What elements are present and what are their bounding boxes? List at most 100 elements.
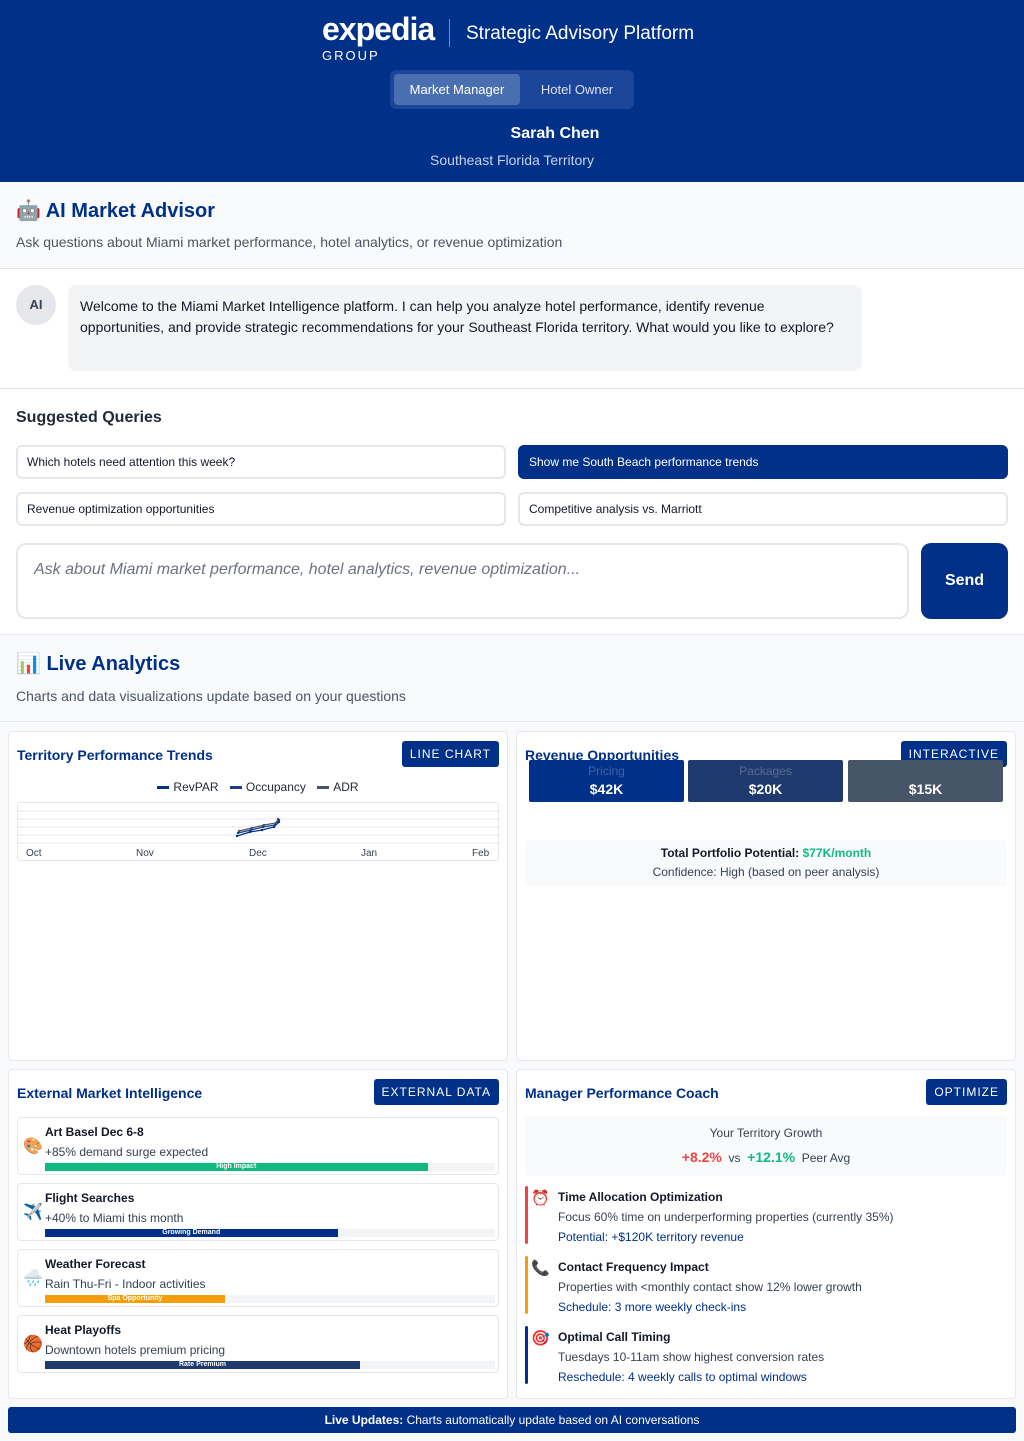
- intel-item-heat-playoffs[interactable]: 🏀 Heat Playoffs Downtown hotels premium …: [17, 1315, 499, 1373]
- portfolio-total-value: $77K/month: [802, 846, 872, 860]
- platform-title: Strategic Advisory Platform: [466, 23, 695, 44]
- coach-action[interactable]: Schedule: 3 more weekly check-ins: [558, 1300, 746, 1315]
- coach-action[interactable]: Reschedule: 4 weekly calls to optimal wi…: [558, 1370, 807, 1385]
- series-point-adr-0[interactable]: [237, 829, 241, 833]
- coach-item-call-timing[interactable]: 🎯 Optimal Call Timing Tuesdays 10-11am s…: [525, 1326, 1007, 1384]
- territory-trends-card: Territory Performance Trends LINE CHART …: [8, 731, 508, 1061]
- ai-advisor-subtitle: Ask questions about Miami market perform…: [16, 234, 563, 250]
- header-divider: [449, 19, 450, 47]
- coach-accent-bar: [525, 1186, 528, 1244]
- territory-trends-title: Territory Performance Trends: [17, 747, 213, 763]
- intel-desc: Downtown hotels premium pricing: [45, 1343, 226, 1357]
- chat-panel: AI Welcome to the Miami Market Intellige…: [0, 269, 1024, 389]
- x-tick-dec: Dec: [249, 848, 267, 859]
- legend-item-revpar[interactable]: RevPAR: [157, 780, 219, 794]
- user-territory: Southeast Florida Territory: [430, 152, 594, 168]
- legend-label: Occupancy: [245, 780, 306, 794]
- intel-desc: +85% demand surge expected: [45, 1145, 209, 1159]
- coach-item-contact-frequency[interactable]: 📞 Contact Frequency Impact Properties wi…: [525, 1256, 1007, 1314]
- coach-action[interactable]: Potential: +$120K territory revenue: [558, 1230, 744, 1245]
- coach-desc: Tuesdays 10-11am show highest conversion…: [558, 1350, 825, 1364]
- basketball-icon: 🏀: [23, 1336, 43, 1353]
- live-analytics-subtitle: Charts and data visualizations update ba…: [16, 688, 406, 704]
- line-chart-badge[interactable]: LINE CHART: [401, 741, 499, 767]
- suggested-queries-panel: Suggested Queries Which hotels need atte…: [0, 389, 1024, 635]
- external-data-badge[interactable]: EXTERNAL DATA: [373, 1079, 499, 1105]
- opportunity-label: Pricing: [588, 764, 625, 778]
- series-point-adr-1[interactable]: [250, 826, 254, 830]
- legend-item-occupancy[interactable]: Occupancy: [229, 780, 306, 794]
- coach-title: Optimal Call Timing: [558, 1330, 671, 1344]
- live-analytics-title: 📊 Live Analytics: [16, 651, 180, 677]
- query-input[interactable]: Ask about Miami market performance, hote…: [16, 543, 909, 619]
- ai-welcome-message: Welcome to the Miami Market Intelligence…: [68, 285, 862, 371]
- live-analytics-header: 📊 Live Analytics Charts and data visuali…: [0, 636, 1024, 722]
- intel-impact-fill: Growing Demand: [45, 1229, 338, 1237]
- suggestion-chip[interactable]: Revenue optimization opportunities: [16, 492, 506, 526]
- coach-item-time-allocation[interactable]: ⏰ Time Allocation Optimization Focus 60%…: [525, 1186, 1007, 1244]
- logo-word: expedia: [322, 11, 435, 47]
- intel-desc: Rain Thu-Fri - Indoor activities: [45, 1277, 206, 1291]
- rain-cloud-icon: 🌧️: [23, 1270, 43, 1287]
- intel-impact-fill: Rate Premium: [45, 1361, 360, 1369]
- series-point-adr-2[interactable]: [262, 823, 266, 827]
- suggestion-chip-active[interactable]: Show me South Beach performance trends: [518, 445, 1008, 479]
- intel-desc: +40% to Miami this month: [45, 1211, 184, 1225]
- coach-accent-bar: [525, 1326, 528, 1384]
- external-intel-card: External Market Intelligence EXTERNAL DA…: [8, 1069, 508, 1399]
- intel-item-art-basel[interactable]: 🎨 Art Basel Dec 6-8 +85% demand surge ex…: [17, 1117, 499, 1175]
- send-button[interactable]: Send: [921, 543, 1008, 619]
- robot-icon: 🤖: [16, 200, 41, 222]
- role-hotel-owner-button[interactable]: Hotel Owner: [524, 74, 630, 105]
- legend-swatch: [157, 786, 170, 790]
- ai-advisor-header: 🤖 AI Market Advisor Ask questions about …: [0, 182, 1024, 269]
- suggestion-chip[interactable]: Competitive analysis vs. Marriott: [518, 492, 1008, 526]
- growth-comparison: +8.2% vs +12.1% Peer Avg: [525, 1149, 1007, 1166]
- airplane-icon: ✈️: [23, 1204, 43, 1221]
- series-point-adr-3[interactable]: [274, 821, 278, 825]
- opportunity-pricing[interactable]: Pricing $42K: [529, 760, 684, 802]
- live-updates-text: Charts automatically update based on AI …: [406, 1413, 700, 1427]
- portfolio-total-label: Total Portfolio Potential:: [660, 846, 800, 860]
- peer-label: Peer Avg: [801, 1151, 851, 1165]
- alarm-clock-icon: ⏰: [531, 1190, 550, 1207]
- intel-impact-tag: Growing Demand: [162, 1229, 221, 1236]
- my-growth-value: +8.2%: [681, 1149, 722, 1165]
- coach-title: Contact Frequency Impact: [558, 1260, 709, 1274]
- ai-avatar: AI: [16, 285, 56, 325]
- x-tick-jan: Jan: [361, 848, 378, 859]
- expedia-group-logo[interactable]: expedia GROUP: [322, 11, 452, 63]
- intel-impact-bar: Rate Premium: [45, 1361, 495, 1369]
- user-name: Sarah Chen: [510, 125, 600, 142]
- series-point-adr-4[interactable]: [276, 817, 280, 821]
- legend-item-adr[interactable]: ADR: [317, 780, 359, 794]
- opportunity-packages[interactable]: Packages $20K: [688, 760, 843, 802]
- intel-title: Weather Forecast: [45, 1257, 146, 1271]
- growth-label: Your Territory Growth: [709, 1126, 823, 1140]
- chart-legend: RevPAR Occupancy ADR: [9, 780, 507, 794]
- live-analytics-title-text: Live Analytics: [46, 653, 181, 675]
- legend-swatch: [317, 786, 330, 790]
- intel-impact-tag: Rate Premium: [178, 1361, 227, 1368]
- suggestion-chip[interactable]: Which hotels need attention this week?: [16, 445, 506, 479]
- x-tick-nov: Nov: [136, 848, 154, 859]
- series-point-revpar-0[interactable]: [235, 834, 239, 838]
- opportunity-other[interactable]: $15K: [848, 760, 1003, 802]
- series-point-revpar-2[interactable]: [260, 828, 264, 832]
- intel-item-weather[interactable]: 🌧️ Weather Forecast Rain Thu-Fri - Indoo…: [17, 1249, 499, 1307]
- opportunity-value: $20K: [748, 781, 783, 797]
- x-tick-oct: Oct: [26, 848, 42, 859]
- coach-desc: Properties with <monthly contact show 12…: [558, 1280, 862, 1294]
- coach-title: Time Allocation Optimization: [558, 1190, 723, 1204]
- role-market-manager-button[interactable]: Market Manager: [394, 74, 520, 105]
- optimize-badge[interactable]: OPTIMIZE: [926, 1079, 1007, 1105]
- x-tick-feb: Feb: [472, 848, 490, 859]
- intel-title: Art Basel Dec 6-8: [45, 1125, 144, 1139]
- ai-advisor-title: 🤖 AI Market Advisor: [16, 198, 215, 224]
- line-chart-area[interactable]: Oct Nov Dec Jan Feb: [17, 802, 500, 861]
- opportunity-value: $15K: [908, 781, 943, 797]
- portfolio-confidence: Confidence: High (based on peer analysis…: [652, 865, 880, 879]
- app-header: expedia GROUP Strategic Advisory Platfor…: [0, 0, 1024, 182]
- performance-coach-card: Manager Performance Coach OPTIMIZE Your …: [516, 1069, 1016, 1399]
- intel-item-flight-searches[interactable]: ✈️ Flight Searches +40% to Miami this mo…: [17, 1183, 499, 1241]
